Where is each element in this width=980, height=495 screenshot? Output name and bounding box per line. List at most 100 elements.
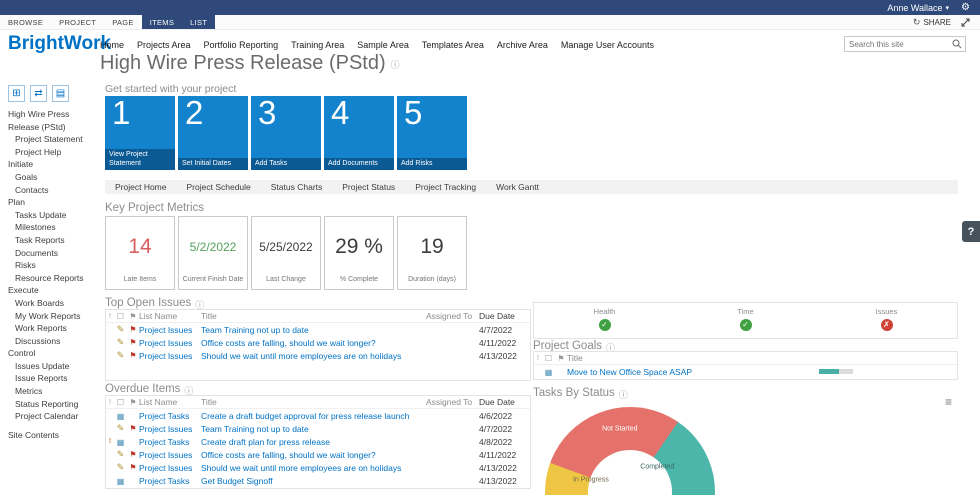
list-name-link[interactable]: Project Tasks (139, 437, 189, 447)
top-nav-link[interactable]: Training Area (291, 40, 344, 50)
focus-on-content-icon[interactable] (961, 18, 970, 27)
dashboard-tab[interactable]: Project Home (105, 182, 177, 192)
share-button[interactable]: ↻ SHARE (913, 17, 951, 28)
sidebar-item[interactable]: Control (0, 347, 100, 360)
top-nav-link[interactable]: Archive Area (497, 40, 548, 50)
help-button[interactable]: ? (962, 221, 980, 242)
sidebar-item[interactable]: Project Help (0, 146, 100, 159)
get-started-tile[interactable]: 3 Add Tasks (251, 96, 321, 170)
list-name-link[interactable]: Project Tasks (139, 476, 189, 486)
dashboard-tab[interactable]: Work Gantt (486, 182, 549, 192)
item-type-icon[interactable] (114, 350, 127, 361)
item-type-icon[interactable] (114, 476, 127, 486)
ribbon-tab[interactable]: PAGE (104, 15, 141, 29)
select-column-icon[interactable] (542, 353, 555, 363)
column-header-assigned-to[interactable]: Assigned To (426, 397, 479, 407)
urgent-column-icon[interactable] (534, 355, 542, 362)
column-header-due-date[interactable]: Due Date (479, 397, 530, 407)
item-title-link[interactable]: Should we wait until more employees are … (201, 351, 401, 361)
sidebar-item[interactable]: High Wire Press Release (PStd) (0, 108, 100, 133)
item-type-icon[interactable] (114, 437, 127, 447)
sidebar-item[interactable]: Risks (0, 259, 100, 272)
brightwork-logo[interactable]: BrightWork (8, 33, 111, 55)
column-header-due-date[interactable]: Due Date (479, 311, 530, 321)
sidebar-item[interactable]: Issue Reports (0, 372, 100, 385)
sidebar-item[interactable]: Issues Update (0, 360, 100, 373)
get-started-tile[interactable]: 4 Add Documents (324, 96, 394, 170)
list-name-link[interactable]: Project Issues (139, 424, 192, 434)
dashboard-tab[interactable]: Project Schedule (177, 182, 261, 192)
top-nav-link[interactable]: Home (100, 40, 124, 50)
sidebar-item[interactable]: Contacts (0, 184, 100, 197)
sync-icon[interactable]: ⇄ (30, 85, 47, 102)
urgent-column-icon[interactable] (106, 399, 114, 406)
sidebar-item[interactable]: Metrics (0, 385, 100, 398)
urgent-column-icon[interactable] (106, 313, 114, 320)
top-nav-link[interactable]: Projects Area (137, 40, 191, 50)
search-icon[interactable] (952, 39, 962, 49)
sidebar-item[interactable]: Task Reports (0, 234, 100, 247)
sidebar-item[interactable]: Project Statement (0, 133, 100, 146)
item-title-link[interactable]: Create a draft budget approval for press… (201, 411, 409, 421)
get-started-tile[interactable]: 5 Add Risks (397, 96, 467, 170)
flag-column-icon[interactable] (127, 311, 139, 321)
top-nav-link[interactable]: Templates Area (422, 40, 484, 50)
goal-title-link[interactable]: Move to New Office Space ASAP (567, 367, 692, 377)
get-started-tile[interactable]: 1 View Project Statement (105, 96, 175, 170)
sidebar-item[interactable]: Execute (0, 284, 100, 297)
sidebar-item[interactable]: Project Calendar (0, 410, 100, 423)
list-name-link[interactable]: Project Issues (139, 463, 192, 473)
info-icon[interactable]: ⓘ (391, 58, 400, 71)
sidebar-item[interactable]: Milestones (0, 221, 100, 234)
item-title-link[interactable]: Team Training not up to date (201, 424, 309, 434)
select-column-icon[interactable] (114, 397, 127, 407)
column-header-title[interactable]: Title (201, 397, 426, 407)
sidebar-item[interactable]: Status Reporting (0, 398, 100, 411)
sidebar-item[interactable]: Goals (0, 171, 100, 184)
list-icon[interactable]: ▤ (52, 85, 69, 102)
gear-icon[interactable]: ⚙ (961, 2, 970, 13)
item-type-icon[interactable] (542, 367, 555, 377)
sidebar-item[interactable]: Discussions (0, 335, 100, 348)
list-name-link[interactable]: Project Issues (139, 325, 192, 335)
ribbon-tab[interactable]: LIST (182, 15, 215, 29)
item-type-icon[interactable] (114, 411, 127, 421)
item-title-link[interactable]: Get Budget Signoff (201, 476, 273, 486)
column-header-title[interactable]: Title (201, 311, 426, 321)
sidebar-item[interactable]: Tasks Update (0, 209, 100, 222)
list-name-link[interactable]: Project Issues (139, 351, 192, 361)
ribbon-tab[interactable]: ITEMS (142, 15, 182, 29)
dashboard-tab[interactable]: Status Charts (261, 182, 333, 192)
sidebar-item[interactable]: My Work Reports (0, 310, 100, 323)
sidebar-item[interactable]: Work Reports (0, 322, 100, 335)
list-name-link[interactable]: Project Issues (139, 338, 192, 348)
sidebar-item[interactable]: Site Contents (0, 429, 100, 442)
top-nav-link[interactable]: Portfolio Reporting (204, 40, 279, 50)
sidebar-item[interactable]: Work Boards (0, 297, 100, 310)
item-type-icon[interactable] (114, 462, 127, 473)
select-column-icon[interactable] (114, 311, 127, 321)
item-type-icon[interactable] (114, 337, 127, 348)
item-title-link[interactable]: Team Training not up to date (201, 325, 309, 335)
sidebar-item[interactable]: Resource Reports (0, 272, 100, 285)
item-title-link[interactable]: Create draft plan for press release (201, 437, 330, 447)
column-header-assigned-to[interactable]: Assigned To (426, 311, 479, 321)
item-type-icon[interactable] (114, 449, 127, 460)
search-input[interactable] (845, 40, 952, 49)
flag-column-icon[interactable] (127, 397, 139, 407)
item-title-link[interactable]: Office costs are falling, should we wait… (201, 450, 376, 460)
column-header-list-name[interactable]: List Name (139, 311, 201, 321)
ribbon-tab[interactable]: PROJECT (51, 15, 104, 29)
item-title-link[interactable]: Should we wait until more employees are … (201, 463, 401, 473)
sidebar-item[interactable]: Documents (0, 247, 100, 260)
get-started-tile[interactable]: 2 Set Initial Dates (178, 96, 248, 170)
list-name-link[interactable]: Project Tasks (139, 411, 189, 421)
ribbon-tab[interactable]: BROWSE (0, 15, 51, 29)
item-type-icon[interactable] (114, 423, 127, 434)
sidebar-item[interactable]: Plan (0, 196, 100, 209)
user-menu[interactable]: Anne Wallace ▾ (887, 3, 949, 13)
dashboard-tab[interactable]: Project Tracking (405, 182, 486, 192)
flag-column-icon[interactable] (555, 353, 567, 363)
dashboard-tab[interactable]: Project Status (332, 182, 405, 192)
chart-menu-icon[interactable]: ≡ (945, 395, 952, 409)
